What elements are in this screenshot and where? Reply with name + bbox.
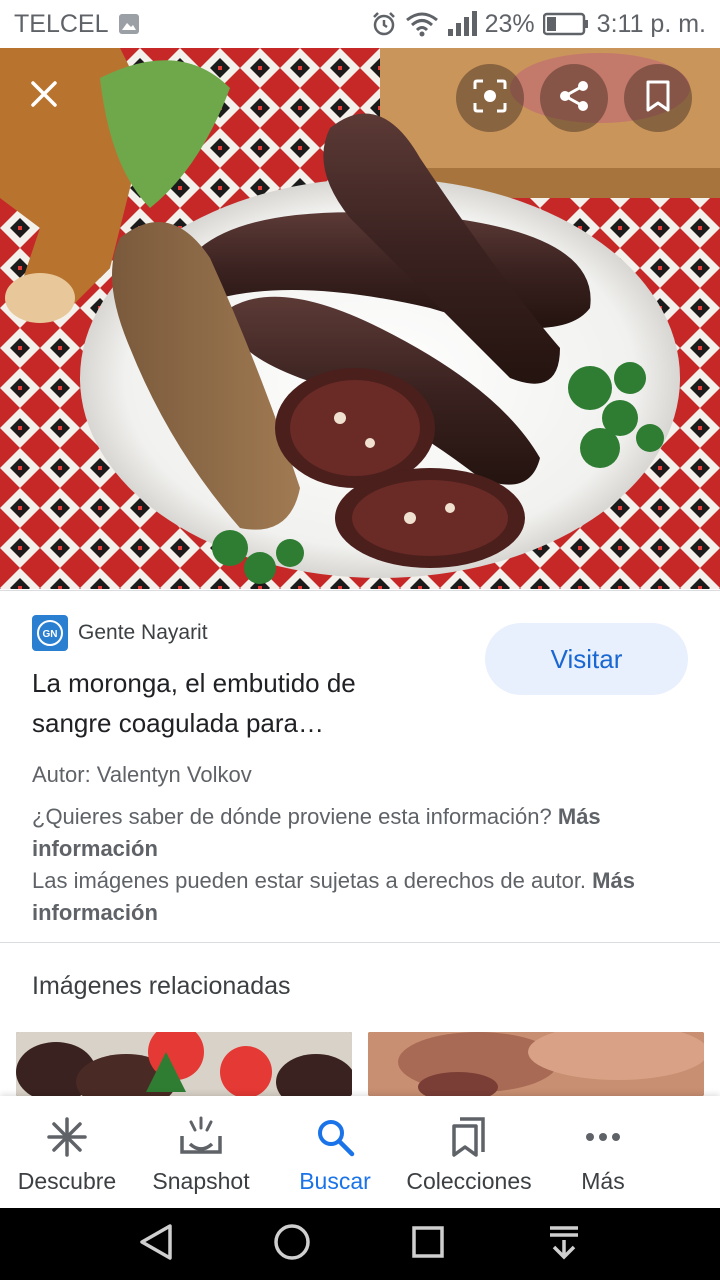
snapshot-icon [179,1116,223,1158]
copyright-text: Las imágenes pueden estar sujetas a dere… [32,868,587,893]
pull-down-icon [546,1224,582,1265]
nav-mas[interactable]: Más [536,1096,670,1208]
related-image-2[interactable] [368,1032,704,1096]
section-divider [0,942,720,943]
back-icon [138,1223,174,1266]
home-button[interactable] [272,1223,312,1266]
search-icon [315,1116,355,1158]
nav-label: Descubre [17,1168,117,1194]
close-icon [28,78,60,115]
nav-colecciones[interactable]: Colecciones [402,1096,536,1208]
result-image[interactable] [0,48,720,589]
nav-label: Colecciones [406,1168,532,1194]
author-label: Autor: Valentyn Volkov [32,762,252,787]
system-navigation-bar [0,1208,720,1280]
source-logo-text: GN [43,629,58,640]
lens-button[interactable] [456,64,524,132]
result-title[interactable]: La moronga, el embutido de sangre coagul… [32,663,432,743]
recents-button[interactable] [408,1224,448,1264]
bookmark-icon [644,79,672,118]
more-icon [585,1116,621,1158]
notifications-button[interactable] [544,1224,584,1264]
back-button[interactable] [136,1223,176,1266]
nav-label: Snapshot [152,1168,250,1194]
share-button[interactable] [540,64,608,132]
nav-snapshot[interactable]: Snapshot [134,1096,268,1208]
nav-buscar[interactable]: Buscar [268,1096,402,1208]
recents-icon [411,1225,445,1264]
signal-icon [447,11,477,37]
alarm-icon [371,11,397,37]
share-icon [557,79,591,118]
source-row[interactable]: GN Gente Nayarit [32,615,208,651]
info-notice: ¿Quieres saber de dónde proviene esta in… [32,801,692,929]
wifi-icon [405,11,439,37]
result-info-panel: GN Gente Nayarit La moronga, el embutido… [0,590,720,942]
collections-icon [450,1116,488,1158]
carrier-label: TELCEL [14,9,109,38]
clock-time: 3:11 p. m. [596,9,706,38]
lens-icon [472,78,508,119]
nav-label: Buscar [299,1168,371,1194]
close-button[interactable] [10,62,78,130]
asterisk-icon [46,1116,88,1158]
image-notification-icon [118,13,140,35]
source-name: Gente Nayarit [78,621,208,644]
visit-button[interactable]: Visitar [485,623,688,695]
related-heading: Imágenes relacionadas [32,972,291,1000]
sausage-photo [0,48,720,589]
home-icon [273,1223,311,1266]
nav-descubre[interactable]: Descubre [0,1096,134,1208]
battery-icon [542,12,589,36]
source-logo: GN [32,615,68,651]
nav-label: Más [581,1168,625,1194]
related-image-1[interactable] [16,1032,352,1096]
info-question: ¿Quieres saber de dónde proviene esta in… [32,804,552,829]
battery-percent: 23% [484,9,535,38]
bottom-navigation: Descubre Snapshot Buscar Colecciones Más [0,1096,720,1208]
status-bar: TELCEL 23% 3:11 p. m. [0,0,720,48]
save-button[interactable] [624,64,692,132]
